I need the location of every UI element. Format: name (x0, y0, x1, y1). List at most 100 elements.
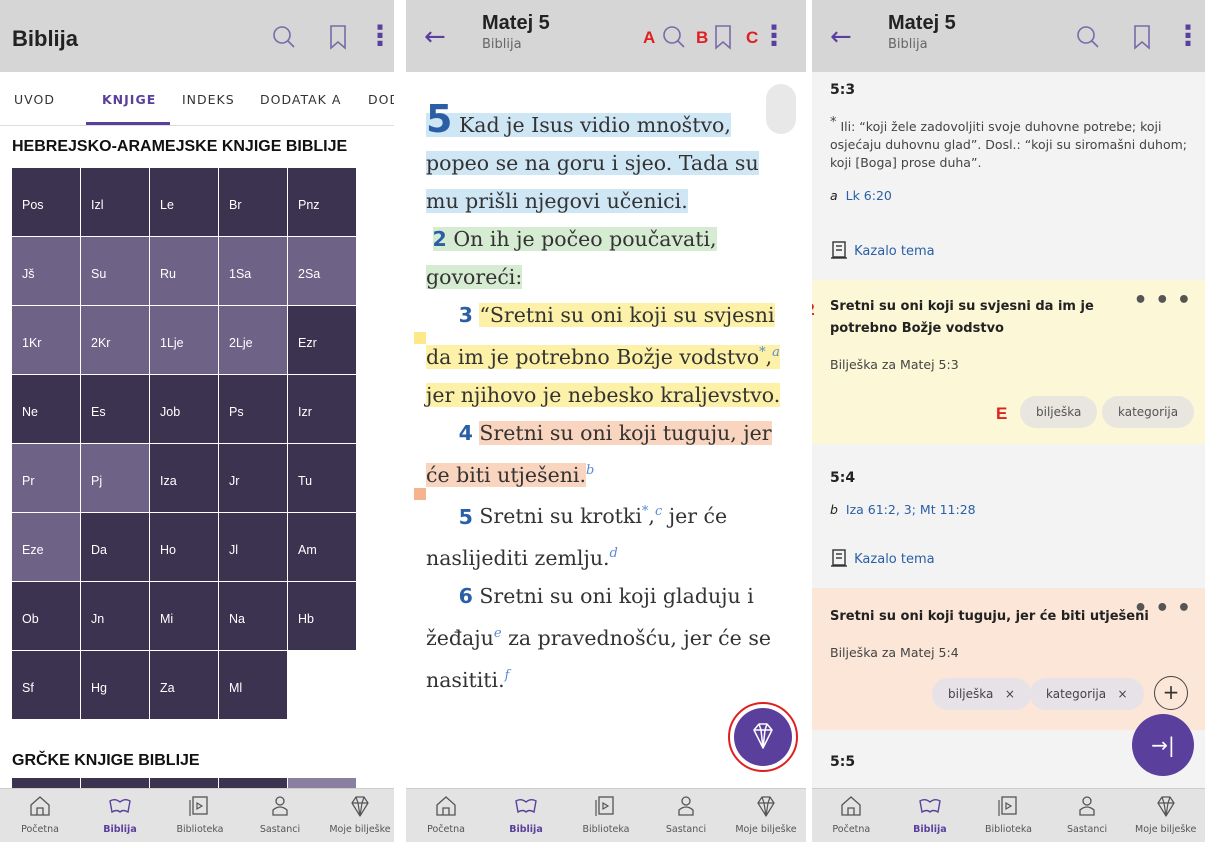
book-tile[interactable]: Mi (150, 582, 218, 650)
book-tile[interactable]: Le (150, 168, 218, 236)
search-icon[interactable] (1074, 22, 1102, 52)
tab-dodatak-a[interactable]: DODATAK A (260, 92, 341, 107)
book-tile[interactable]: 2Kr (81, 306, 149, 374)
nav-home[interactable]: Početna (406, 793, 486, 835)
nav-meetings[interactable]: Sastanci (1047, 793, 1127, 835)
cross-reference[interactable]: a Lk 6:20 (830, 188, 1187, 203)
book-tile[interactable]: 2Lje (219, 306, 287, 374)
bookmark-icon[interactable] (709, 22, 737, 52)
book-tile[interactable]: Jl (219, 513, 287, 581)
footnote-marker[interactable]: * (642, 505, 649, 520)
book-tile[interactable]: 1Kr (12, 306, 80, 374)
back-arrow-icon[interactable]: ← (424, 22, 446, 52)
book-tile[interactable]: 1Sa (219, 237, 287, 305)
book-tile[interactable]: Ml (219, 651, 287, 719)
book-tile[interactable]: Za (150, 651, 218, 719)
verse-3[interactable]: “Sretni su oni koji su svjesni da im je … (426, 303, 781, 407)
nav-meetings[interactable]: Sastanci (646, 793, 726, 835)
topic-index-link[interactable]: Kazalo tema (830, 548, 935, 568)
book-tile[interactable]: Es (81, 375, 149, 443)
nav-home[interactable]: Početna (812, 793, 891, 835)
nav-library[interactable]: Biblioteka (566, 793, 646, 835)
greek-book-tile[interactable] (219, 778, 287, 788)
book-tile[interactable]: 2Sa (288, 237, 356, 305)
xref-marker[interactable]: e (494, 626, 502, 641)
note-card[interactable]: Sretni su oni koji tuguju, jer će biti u… (812, 588, 1205, 730)
nav-bible[interactable]: Biblija (80, 793, 160, 835)
book-tile[interactable]: Ps (219, 375, 287, 443)
book-tile[interactable]: Ezr (288, 306, 356, 374)
nav-bible[interactable]: Biblija (486, 793, 566, 835)
book-tile[interactable]: Ob (12, 582, 80, 650)
book-tile[interactable]: Br (219, 168, 287, 236)
book-tile[interactable]: Su (81, 237, 149, 305)
book-tile[interactable]: Hg (81, 651, 149, 719)
category-chip[interactable]: kategorija (1102, 396, 1195, 428)
book-tile[interactable]: Na (219, 582, 287, 650)
book-tile[interactable]: 1Lje (150, 306, 218, 374)
search-icon[interactable] (270, 22, 298, 52)
more-menu-icon[interactable]: ⋮ (1174, 22, 1202, 52)
greek-book-tile[interactable] (81, 778, 149, 788)
greek-book-tile[interactable] (150, 778, 218, 788)
remove-icon[interactable]: × (1005, 687, 1015, 701)
cross-reference[interactable]: b Iza 61:2, 3; Mt 11:28 (830, 502, 1187, 517)
jump-to-end-fab[interactable]: →| (1132, 714, 1194, 776)
highlight-marker-yellow[interactable] (414, 332, 426, 344)
book-tile[interactable]: Pnz (288, 168, 356, 236)
book-tile[interactable]: Job (150, 375, 218, 443)
verse-2[interactable]: On ih je počeo poučavati, govoreći: (426, 227, 717, 289)
note-card[interactable]: Sretni su oni koji su svjesni da im je p… (812, 280, 1205, 444)
nav-library[interactable]: Biblioteka (160, 793, 240, 835)
bookmark-icon[interactable] (1128, 22, 1156, 52)
note-tag-chip[interactable]: bilješka (1020, 396, 1098, 428)
book-tile[interactable]: Jr (219, 444, 287, 512)
nav-home[interactable]: Početna (0, 793, 80, 835)
note-menu-icon[interactable]: • • • (1133, 596, 1191, 621)
verse-1[interactable]: Kad je Isus vidio mnoštvo, popeo se na g… (426, 113, 759, 213)
nav-library[interactable]: Biblioteka (969, 793, 1049, 835)
xref-marker[interactable]: a (772, 345, 780, 360)
note-tag-chip[interactable]: bilješka × (932, 678, 1031, 710)
book-tile[interactable]: Iza (150, 444, 218, 512)
book-tile[interactable]: Pr (12, 444, 80, 512)
nav-meetings[interactable]: Sastanci (240, 793, 320, 835)
book-tile[interactable]: Hb (288, 582, 356, 650)
book-tile[interactable]: Da (81, 513, 149, 581)
book-tile[interactable]: Eze (12, 513, 80, 581)
book-tile[interactable]: Ho (150, 513, 218, 581)
bookmark-icon[interactable] (324, 22, 352, 52)
nav-my-notes[interactable]: Moje bilješke (1126, 793, 1205, 835)
book-tile[interactable]: Ne (12, 375, 80, 443)
more-menu-icon[interactable]: ⋮ (760, 22, 788, 52)
book-tile[interactable]: Am (288, 513, 356, 581)
book-tile[interactable]: Sf (12, 651, 80, 719)
book-tile[interactable]: Pj (81, 444, 149, 512)
xref-marker[interactable]: d (610, 546, 618, 561)
my-notes-fab[interactable] (734, 708, 792, 766)
highlight-marker-orange[interactable] (414, 488, 426, 500)
nav-bible[interactable]: Biblija (890, 793, 970, 835)
back-arrow-icon[interactable]: ← (830, 22, 852, 52)
greek-book-tile[interactable] (12, 778, 80, 788)
nav-my-notes[interactable]: Moje bilješke (726, 793, 806, 835)
nav-my-notes[interactable]: Moje bilješke (320, 793, 394, 835)
xref-marker[interactable]: b (586, 463, 594, 478)
add-tag-button[interactable]: + (1154, 676, 1188, 710)
footnote-marker[interactable]: * (759, 345, 766, 360)
remove-icon[interactable]: × (1118, 687, 1128, 701)
note-menu-icon[interactable]: • • • (1133, 288, 1191, 313)
book-tile[interactable]: Ru (150, 237, 218, 305)
tab-knjige[interactable]: KNJIGE (102, 92, 156, 107)
more-menu-icon[interactable]: ⋮ (366, 22, 394, 52)
book-tile[interactable]: Izr (288, 375, 356, 443)
book-tile[interactable]: Jš (12, 237, 80, 305)
book-tile[interactable]: Jn (81, 582, 149, 650)
xref-marker[interactable]: f (505, 668, 510, 683)
tab-uvod[interactable]: UVOD (14, 92, 55, 107)
category-chip[interactable]: kategorija × (1030, 678, 1144, 710)
search-icon[interactable] (660, 22, 688, 52)
verse-6[interactable]: Sretni su oni koji gladuju i žeđajue za … (426, 584, 771, 692)
tab-indeks[interactable]: INDEKS (182, 92, 235, 107)
greek-book-tile[interactable] (288, 778, 356, 788)
